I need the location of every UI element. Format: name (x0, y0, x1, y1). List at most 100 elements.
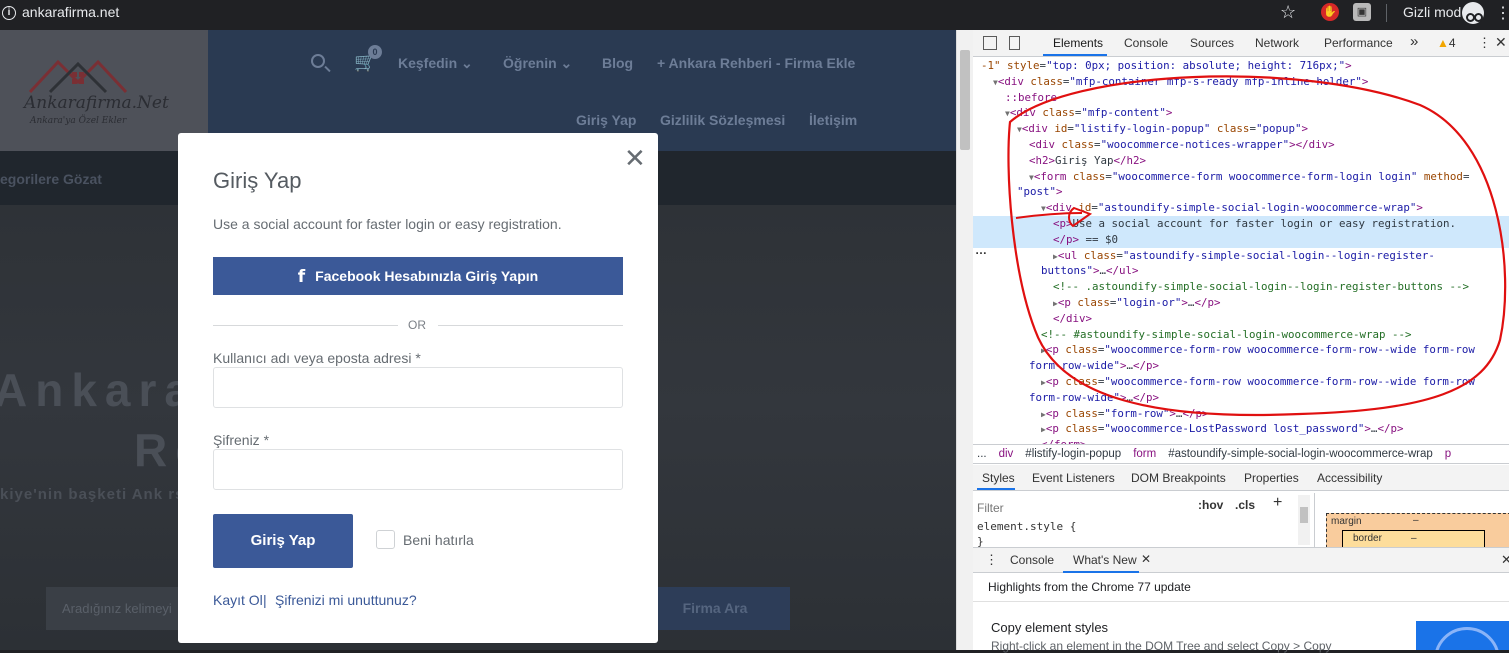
address-bar[interactable]: ankarafirma.net (22, 4, 119, 20)
active-tab-indicator (1043, 54, 1107, 56)
breadcrumb-item[interactable]: div (999, 448, 1014, 460)
close-icon[interactable]: ✕ (624, 145, 646, 171)
dom-node-line[interactable]: ▼<div class="mfp-container mfp-s-ready m… (973, 74, 1509, 90)
dom-tree[interactable]: -1" style="top: 0px; position: absolute;… (973, 57, 1509, 461)
dom-node-line[interactable]: ▶<p class="login-or">…</p> (973, 295, 1509, 311)
tab-accessibility[interactable]: Accessibility (1317, 471, 1382, 485)
dom-node-line[interactable]: ▼<div class="mfp-content"> (973, 105, 1509, 121)
drawer-close-icon[interactable]: ✕ (1501, 552, 1509, 568)
dom-node-line[interactable]: <!-- .astoundify-simple-social-login--lo… (973, 279, 1509, 295)
breadcrumb-item[interactable]: ... (977, 448, 987, 460)
dom-node-line[interactable]: </p> == $0 (973, 231, 1509, 248)
site-info-icon[interactable]: i (2, 6, 16, 20)
breadcrumb-item[interactable]: #listify-login-popup (1025, 448, 1121, 460)
dom-node-line[interactable]: <div class="woocommerce-notices-wrapper"… (973, 137, 1509, 153)
styles-filter-input[interactable] (977, 499, 1187, 516)
browser-toolbar: i ankarafirma.net ☆ ✋ ▣ Gizli mod ⋮ (0, 0, 1509, 30)
dom-node-line[interactable]: ▶<p class="woocommerce-form-row woocomme… (973, 374, 1509, 390)
tab-styles[interactable]: Styles (982, 471, 1015, 485)
whats-new-item-desc: Right-click an element in the DOM Tree a… (991, 639, 1332, 653)
dom-node-line[interactable]: form-row-wide">…</p> (973, 390, 1509, 406)
login-submit-button[interactable]: Giriş Yap (213, 514, 353, 568)
search-icon[interactable] (311, 54, 325, 68)
link-separator: | (263, 592, 267, 608)
forgot-password-link[interactable]: Şifrenizi mi unuttunuz? (275, 592, 417, 608)
warnings-counter[interactable]: ▲4 (1437, 36, 1456, 50)
devtools-panel: Elements Console Sources Network Perform… (973, 30, 1509, 653)
whats-new-divider (973, 601, 1509, 602)
username-field[interactable] (213, 367, 623, 408)
tab-console[interactable]: Console (1124, 36, 1168, 50)
browser-menu-icon[interactable]: ⋮ (1495, 3, 1509, 23)
dom-node-line[interactable]: <!-- #astoundify-simple-social-login-woo… (973, 327, 1509, 343)
nav-blog[interactable]: Blog (602, 55, 633, 71)
dom-node-line[interactable]: <p>Use a social account for faster login… (973, 216, 1509, 232)
dom-node-line[interactable]: "post"> (973, 184, 1509, 200)
dom-node-line[interactable]: ▶<p class="form-row">…</p> (973, 406, 1509, 422)
nav-privacy[interactable]: Gizlilik Sözleşmesi (660, 112, 785, 128)
breadcrumb-item[interactable]: #astoundify-simple-social-login-woocomme… (1168, 448, 1433, 460)
page-scrollbar[interactable] (956, 30, 973, 650)
styles-scrollbar[interactable] (1298, 495, 1310, 545)
dom-node-line[interactable]: ::before (973, 90, 1509, 106)
hover-state-toggle[interactable]: :hov (1198, 498, 1223, 512)
site-logo[interactable]: Ankarafirma.Net Ankara'ya Özel Ekler (0, 30, 208, 151)
password-label: Şifreniz * (213, 432, 270, 448)
tab-performance[interactable]: Performance (1324, 36, 1393, 50)
device-toolbar-icon[interactable] (1009, 36, 1020, 50)
remember-me-label[interactable]: Beni hatırla (403, 532, 474, 548)
extension-icon[interactable]: ▣ (1353, 3, 1371, 21)
browse-categories-link[interactable]: egorilere Gözat (0, 171, 102, 187)
dom-node-line[interactable]: ▼<div id="astoundify-simple-social-login… (973, 200, 1509, 216)
selected-node-ellipsis[interactable]: … (975, 243, 987, 257)
element-style-rule[interactable]: element.style { (977, 520, 1076, 533)
drawer-menu-icon[interactable]: ⋮ (985, 552, 998, 568)
facebook-login-button[interactable]: f Facebook Hesabınızla Giriş Yapın (213, 257, 623, 295)
tab-dom-breakpoints[interactable]: DOM Breakpoints (1131, 471, 1226, 485)
dom-node-line[interactable]: ▶<p class="woocommerce-form-row woocomme… (973, 342, 1509, 358)
dom-node-line[interactable]: ▶<ul class="astoundify-simple-social-log… (973, 248, 1509, 264)
page-scrollbar-thumb[interactable] (960, 50, 970, 150)
dom-node-line[interactable]: <h2>Giriş Yap</h2> (973, 153, 1509, 169)
register-link[interactable]: Kayıt Ol (213, 592, 263, 608)
dom-node-line[interactable]: -1" style="top: 0px; position: absolute;… (973, 58, 1509, 74)
new-style-rule-icon[interactable]: + (1273, 494, 1282, 512)
box-model-diagram: margin – border – (1314, 493, 1509, 553)
warning-icon: ▲ (1437, 36, 1449, 50)
drawer-tab-whats-new[interactable]: What's New (1073, 553, 1137, 567)
devtools-close-icon[interactable]: ✕ (1495, 34, 1507, 51)
tab-elements[interactable]: Elements (1053, 36, 1103, 50)
password-field[interactable] (213, 449, 623, 490)
tab-event-listeners[interactable]: Event Listeners (1032, 471, 1115, 485)
hero-search-button[interactable]: Firma Ara (640, 587, 790, 630)
class-toggle[interactable]: .cls (1235, 498, 1255, 512)
nav-login[interactable]: Giriş Yap (576, 112, 636, 128)
dom-node-line[interactable]: ▼<div id="listify-login-popup" class="po… (973, 121, 1509, 137)
hero-search-input[interactable]: Aradığınız kelimeyi (46, 587, 180, 630)
nav-add-firm[interactable]: + Ankara Rehberi - Firma Ekle (657, 55, 855, 71)
more-tabs-chevron-icon[interactable]: » (1410, 33, 1418, 50)
drawer-tab-console[interactable]: Console (1010, 553, 1054, 567)
dom-node-line[interactable]: ▶<p class="woocommerce-LostPassword lost… (973, 421, 1509, 437)
tab-network[interactable]: Network (1255, 36, 1299, 50)
inspect-element-icon[interactable] (983, 36, 997, 50)
tab-properties[interactable]: Properties (1244, 471, 1299, 485)
dom-node-line[interactable]: ▼<form class="woocommerce-form woocommer… (973, 169, 1509, 185)
adblock-extension-icon[interactable]: ✋ (1321, 3, 1339, 21)
dom-node-line[interactable]: form-row-wide">…</p> (973, 358, 1509, 374)
whats-new-item-image (1416, 621, 1509, 650)
incognito-icon[interactable] (1462, 2, 1484, 24)
bookmark-star-icon[interactable]: ☆ (1280, 2, 1296, 23)
nav-contact[interactable]: İletişim (809, 112, 857, 128)
devtools-menu-icon[interactable]: ⋮ (1478, 35, 1491, 51)
styles-scrollbar-thumb[interactable] (1300, 507, 1308, 523)
breadcrumb-item[interactable]: form (1133, 448, 1156, 460)
dom-node-line[interactable]: buttons">…</ul> (973, 263, 1509, 279)
close-whats-new-icon[interactable]: ✕ (1141, 552, 1151, 566)
tab-sources[interactable]: Sources (1190, 36, 1234, 50)
nav-ogrenin[interactable]: Öğrenin ⌄ (503, 55, 572, 72)
dom-node-line[interactable]: </div> (973, 311, 1509, 327)
remember-me-checkbox[interactable] (376, 530, 395, 549)
breadcrumb-item[interactable]: p (1445, 448, 1451, 460)
nav-kesfedin[interactable]: Keşfedin ⌄ (398, 55, 473, 72)
